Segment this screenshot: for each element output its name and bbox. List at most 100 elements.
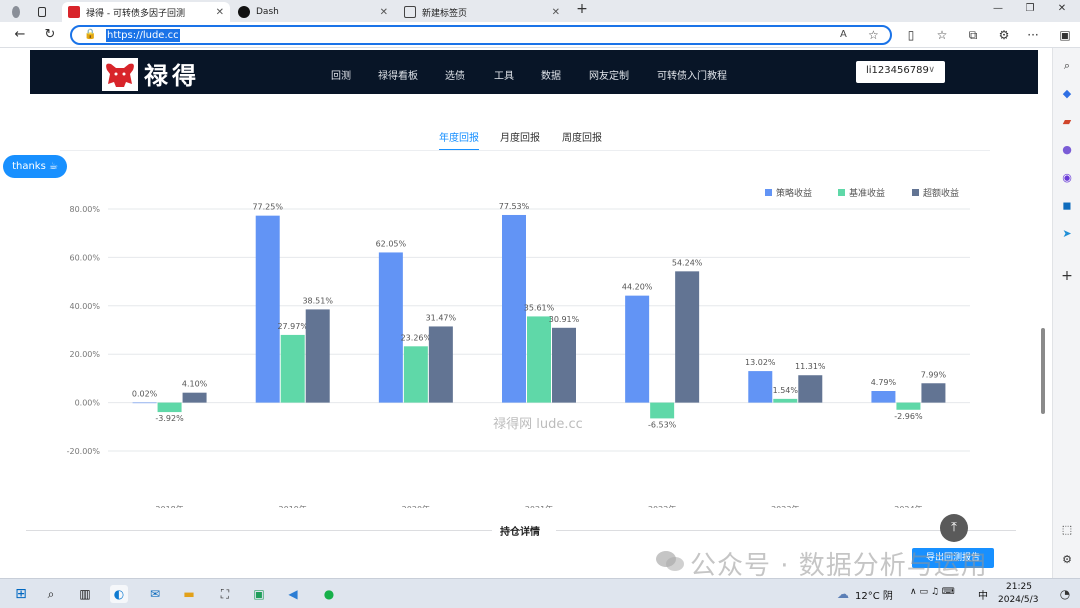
store-icon[interactable]: ⛶ bbox=[216, 585, 234, 603]
copilot-icon[interactable]: ◉ bbox=[1059, 170, 1075, 186]
wechat-watermark: 公众号 · 数据分析与运用 bbox=[690, 551, 988, 578]
terminal-icon[interactable]: ▣ bbox=[250, 585, 268, 603]
y-tick-label: 80.00% bbox=[69, 205, 100, 214]
bar-excess bbox=[921, 383, 946, 403]
tab-newtab[interactable]: 新建标签页 ✕ bbox=[398, 2, 566, 22]
bar-benchmark bbox=[527, 316, 551, 403]
screenshot-icon[interactable]: ⬚ bbox=[1059, 522, 1075, 538]
new-tab-plus-icon[interactable]: + bbox=[572, 1, 592, 17]
lock-icon: 🔒 bbox=[84, 29, 97, 40]
url-text[interactable]: https://lude.cc bbox=[106, 29, 180, 42]
people-icon[interactable]: ● bbox=[1059, 142, 1075, 158]
edge-icon[interactable]: ◐ bbox=[110, 585, 128, 603]
x-tick-label: 2018年 bbox=[155, 504, 183, 508]
minimize-icon[interactable]: — bbox=[988, 3, 1008, 14]
data-label: -2.96% bbox=[894, 412, 923, 421]
address-field[interactable]: 🔒 https://lude.cc A ☆ bbox=[70, 25, 892, 45]
toolbox-icon[interactable]: ▰ bbox=[1059, 114, 1075, 130]
weather-icon: ☁ bbox=[837, 587, 849, 601]
bar-excess bbox=[305, 309, 330, 403]
page-content: 禄得 回测 禄得看板 选债 工具 数据 网友定制 可转债入门教程 li12345… bbox=[0, 48, 1052, 578]
file-explorer-icon[interactable]: ▬ bbox=[180, 585, 198, 603]
collections-icon[interactable]: ⧉ bbox=[965, 28, 981, 43]
send-icon[interactable]: ➤ bbox=[1059, 226, 1075, 242]
clock-date[interactable]: 2024/5/3 bbox=[998, 595, 1038, 605]
wechat-logo-icon bbox=[656, 551, 684, 571]
search-icon[interactable]: ⌕ bbox=[1059, 58, 1075, 74]
bar-excess bbox=[675, 271, 700, 403]
data-label: 77.25% bbox=[252, 203, 283, 212]
y-tick-label: 60.00% bbox=[69, 253, 100, 262]
clock-time[interactable]: 21:25 bbox=[1006, 582, 1032, 592]
data-label: 35.61% bbox=[524, 303, 555, 312]
favorite-star-icon[interactable]: ☆ bbox=[868, 28, 879, 42]
data-label: 1.54% bbox=[773, 386, 799, 395]
bar-strategy bbox=[255, 215, 280, 403]
extension-icon[interactable]: ⚙ bbox=[996, 28, 1012, 42]
mail-icon[interactable]: ✉ bbox=[146, 585, 164, 603]
add-icon[interactable]: + bbox=[1059, 268, 1075, 284]
bar-excess bbox=[798, 375, 823, 403]
site-watermark: 禄得网 lude.cc bbox=[493, 416, 583, 432]
bar-excess bbox=[182, 392, 207, 403]
bar-strategy bbox=[378, 252, 403, 403]
edge-sidebar: ⌕ ◆ ▰ ● ◉ ◼ ➤ + ⬚ ⚙ bbox=[1052, 48, 1080, 578]
tab-title: 禄得 - 可转债多因子回测 bbox=[86, 8, 185, 19]
close-icon[interactable]: ✕ bbox=[552, 7, 560, 18]
data-label: 38.51% bbox=[302, 296, 333, 305]
tray-icons[interactable]: ∧ ▭ ♫ ⌨ bbox=[910, 587, 955, 597]
y-tick-label: 0.00% bbox=[75, 399, 101, 408]
window-close-icon[interactable]: ✕ bbox=[1052, 3, 1072, 14]
profile-icon[interactable] bbox=[6, 2, 26, 22]
windows-start-icon[interactable]: ⊞ bbox=[12, 585, 30, 603]
back-arrow-icon[interactable]: ← bbox=[12, 28, 28, 42]
weather-text[interactable]: 12°C 阴 bbox=[855, 587, 893, 602]
divider-left bbox=[26, 530, 492, 531]
tab-dash[interactable]: Dash ✕ bbox=[232, 2, 394, 22]
legend-label: 基准收益 bbox=[849, 187, 885, 199]
restore-icon[interactable]: ❐ bbox=[1020, 3, 1040, 14]
bar-benchmark bbox=[773, 398, 798, 403]
favorites-icon[interactable]: ☆ bbox=[934, 28, 950, 42]
bar-benchmark bbox=[280, 334, 305, 403]
tab-lude[interactable]: 禄得 - 可转债多因子回测 ✕ bbox=[62, 2, 230, 22]
vscode-icon[interactable]: ◀ bbox=[284, 585, 302, 603]
y-tick-label: 20.00% bbox=[69, 350, 100, 359]
x-tick-label: 2021年 bbox=[525, 504, 553, 508]
task-view-icon[interactable]: ▥ bbox=[76, 585, 94, 603]
data-label: -3.92% bbox=[155, 414, 184, 423]
refresh-icon[interactable]: ↻ bbox=[42, 28, 58, 42]
data-label: 7.99% bbox=[921, 370, 947, 379]
outlook-icon[interactable]: ◼ bbox=[1059, 198, 1075, 214]
tag-icon[interactable]: ◆ bbox=[1059, 86, 1075, 102]
dash-favicon-icon bbox=[238, 6, 250, 18]
settings-gear-icon[interactable]: ⚙ bbox=[1059, 552, 1075, 568]
close-icon[interactable]: ✕ bbox=[380, 7, 388, 18]
tab-title: 新建标签页 bbox=[422, 8, 468, 19]
browser-tab-bar: 禄得 - 可转债多因子回测 ✕ Dash ✕ 新建标签页 ✕ + — ❐ ✕ bbox=[0, 0, 1080, 22]
close-icon[interactable]: ✕ bbox=[216, 7, 224, 18]
x-tick-label: 2024年 bbox=[894, 504, 922, 508]
data-label: 77.53% bbox=[499, 202, 530, 211]
data-label: 4.10% bbox=[182, 380, 208, 389]
address-toolbar: ← ↻ 🔒 https://lude.cc A ☆ ▯ ☆ ⧉ ⚙ ··· ▣ bbox=[0, 22, 1080, 48]
search-icon[interactable]: ⌕ bbox=[42, 585, 60, 603]
ime-indicator[interactable]: 中 bbox=[978, 587, 988, 602]
legend-swatch bbox=[912, 189, 919, 196]
page-scrollbar[interactable] bbox=[1041, 328, 1045, 414]
bar-strategy bbox=[132, 402, 157, 404]
x-tick-label: 2019年 bbox=[279, 504, 307, 508]
data-label: 11.31% bbox=[795, 362, 826, 371]
annual-return-chart: -20.00% 0.00% 20.00% 40.00% 60.00% 80.00% 禄得网 … bbox=[67, 187, 970, 508]
tab-actions-icon[interactable] bbox=[32, 2, 52, 22]
data-label: 13.02% bbox=[745, 358, 776, 367]
sidebar-toggle-icon[interactable]: ▣ bbox=[1057, 28, 1073, 42]
more-menu-icon[interactable]: ··· bbox=[1025, 28, 1041, 42]
wechat-icon[interactable]: ● bbox=[320, 585, 338, 603]
notification-icon[interactable]: ◔ bbox=[1056, 585, 1074, 603]
split-screen-icon[interactable]: ▯ bbox=[903, 28, 919, 42]
data-label: 0.02% bbox=[132, 390, 158, 399]
scroll-to-top-icon[interactable]: ⤒ bbox=[940, 514, 968, 542]
read-aloud-icon[interactable]: A bbox=[840, 29, 847, 40]
data-label: 54.24% bbox=[672, 258, 703, 267]
